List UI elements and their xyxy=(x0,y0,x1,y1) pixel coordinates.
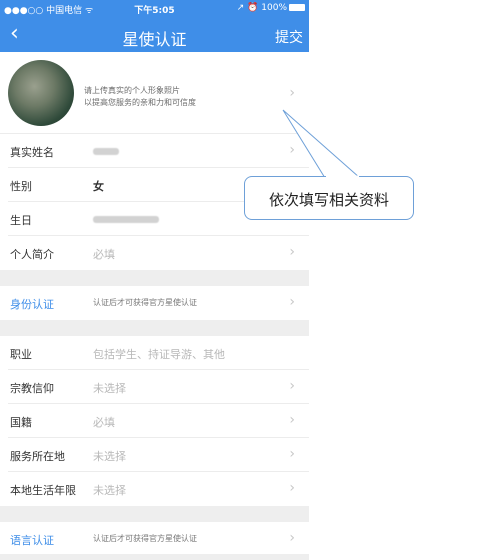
battery-status: ↗ ⏰ 100% xyxy=(237,3,305,13)
local-years-row[interactable]: 本地生活年限 未选择 › xyxy=(0,472,309,506)
photo-upload-row[interactable]: 请上传真实的个人形象照片 以提高您服务的亲和力和可信度 › xyxy=(0,52,309,134)
gender-label: 性别 xyxy=(10,180,32,193)
service-location-placeholder: 未选择 xyxy=(93,450,126,463)
avatar[interactable] xyxy=(8,60,74,126)
battery-text: ↗ ⏰ 100% xyxy=(236,3,287,13)
occupation-placeholder: 包括学生、持证导游、其他 xyxy=(93,348,225,361)
section-gap xyxy=(0,270,309,286)
chevron-right-icon: › xyxy=(289,142,295,158)
nav-bar: ‹ 星使认证 提交 xyxy=(0,18,309,52)
section-gap xyxy=(0,506,309,522)
occupation-label: 职业 xyxy=(10,348,32,361)
language-label: 语言认证 xyxy=(10,534,54,547)
religion-row[interactable]: 宗教信仰 未选择 › xyxy=(0,370,309,404)
screen: ●●●○○ 中国电信 ᯤ 下午5:05 ↗ ⏰ 100% ‹ 星使认证 提交 请… xyxy=(0,0,497,560)
birthday-label: 生日 xyxy=(10,214,32,227)
chevron-right-icon: › xyxy=(289,244,295,260)
religion-label: 宗教信仰 xyxy=(10,382,54,395)
photo-hint-line1: 请上传真实的个人形象照片 xyxy=(84,86,180,95)
service-location-label: 服务所在地 xyxy=(10,450,65,463)
photo-hint-line2: 以提高您服务的亲和力和可信度 xyxy=(84,98,196,107)
local-years-placeholder: 未选择 xyxy=(93,484,126,497)
birthday-value-blurred xyxy=(93,212,159,225)
gender-value: 女 xyxy=(93,180,104,193)
local-years-label: 本地生活年限 xyxy=(10,484,76,497)
battery-icon xyxy=(289,4,305,11)
identity-row[interactable]: 身份认证 认证后才可获得官方星使认证 › xyxy=(0,286,309,320)
chevron-right-icon: › xyxy=(289,378,295,394)
bio-placeholder: 必填 xyxy=(93,248,115,261)
section-gap xyxy=(0,554,309,560)
chevron-right-icon: › xyxy=(289,446,295,462)
service-location-row[interactable]: 服务所在地 未选择 › xyxy=(0,438,309,472)
chevron-right-icon: › xyxy=(289,530,295,546)
chevron-right-icon: › xyxy=(289,294,295,310)
identity-label: 身份认证 xyxy=(10,298,54,311)
bio-row[interactable]: 个人简介 必填 › xyxy=(0,236,309,270)
nationality-label: 国籍 xyxy=(10,416,32,429)
nationality-placeholder: 必填 xyxy=(93,416,115,429)
callout-bubble: 依次填写相关资料 xyxy=(244,176,414,220)
chevron-right-icon: › xyxy=(289,412,295,428)
photo-hint: 请上传真实的个人形象照片 以提高您服务的亲和力和可信度 xyxy=(84,85,196,109)
religion-placeholder: 未选择 xyxy=(93,382,126,395)
language-row[interactable]: 语言认证 认证后才可获得官方星使认证 › xyxy=(0,522,309,556)
section-gap xyxy=(0,320,309,336)
real-name-value-blurred xyxy=(93,144,119,157)
occupation-row[interactable]: 职业 包括学生、持证导游、其他 xyxy=(0,336,309,370)
submit-button[interactable]: 提交 xyxy=(275,27,303,47)
language-note: 认证后才可获得官方星使认证 xyxy=(93,534,197,543)
chevron-right-icon: › xyxy=(289,480,295,496)
real-name-label: 真实姓名 xyxy=(10,146,54,159)
bio-label: 个人简介 xyxy=(10,248,54,261)
status-bar: ●●●○○ 中国电信 ᯤ 下午5:05 ↗ ⏰ 100% xyxy=(0,0,309,18)
phone-screen: ●●●○○ 中国电信 ᯤ 下午5:05 ↗ ⏰ 100% ‹ 星使认证 提交 请… xyxy=(0,0,309,560)
nationality-row[interactable]: 国籍 必填 › xyxy=(0,404,309,438)
identity-note: 认证后才可获得官方星使认证 xyxy=(93,298,197,307)
page-title: 星使认证 xyxy=(122,30,187,49)
callout-text: 依次填写相关资料 xyxy=(268,191,389,209)
chevron-right-icon: › xyxy=(289,85,295,101)
real-name-row[interactable]: 真实姓名 › xyxy=(0,134,309,168)
